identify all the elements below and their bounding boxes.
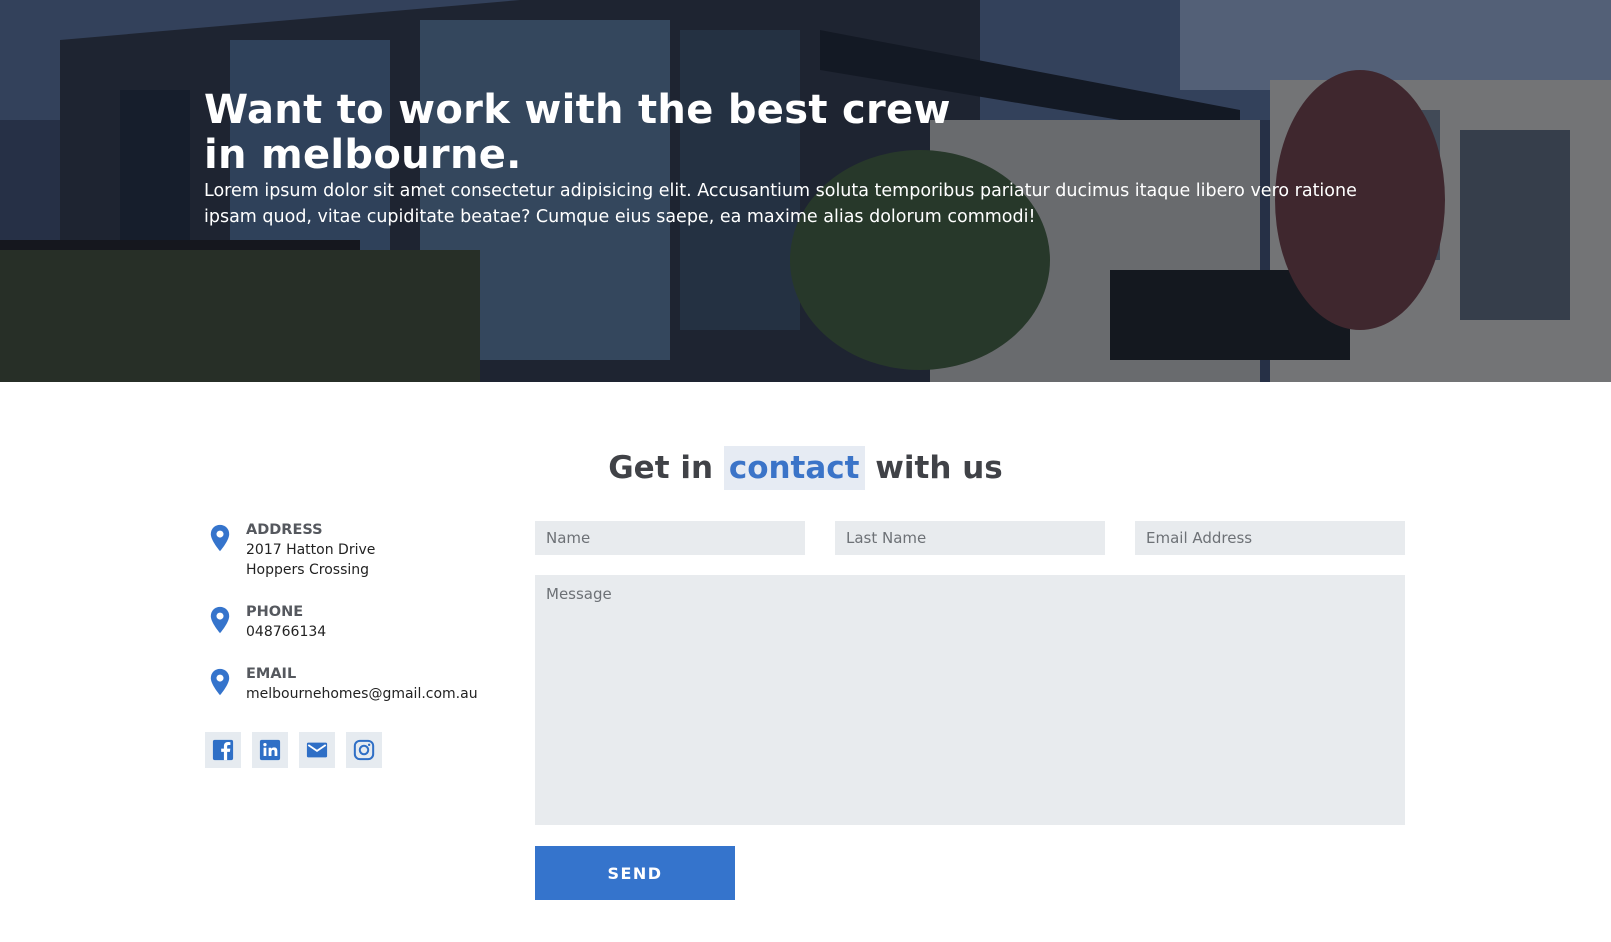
- contact-heading: Get in contact with us: [0, 446, 1611, 490]
- email-info: EMAIL melbournehomes@gmail.com.au: [204, 664, 504, 704]
- send-button[interactable]: SEND: [535, 846, 735, 900]
- hero-title: Want to work with the best crew in melbo…: [204, 87, 951, 178]
- email-value[interactable]: melbournehomes@gmail.com.au: [246, 684, 504, 704]
- mail-link[interactable]: [299, 732, 335, 768]
- address-info: ADDRESS 2017 Hatton Drive Hoppers Crossi…: [204, 520, 504, 580]
- linkedin-link[interactable]: [252, 732, 288, 768]
- contact-info: ADDRESS 2017 Hatton Drive Hoppers Crossi…: [204, 520, 504, 726]
- phone-info: PHONE 048766134: [204, 602, 504, 642]
- phone-value[interactable]: 048766134: [246, 622, 504, 642]
- name-input[interactable]: [535, 521, 805, 555]
- location-pin-icon: [210, 668, 230, 696]
- contact-heading-highlight: contact: [723, 446, 865, 490]
- location-pin-icon: [210, 524, 230, 552]
- hero-content: Want to work with the best crew in melbo…: [204, 88, 1424, 230]
- contact-heading-prefix: Get in: [608, 450, 714, 486]
- phone-label: PHONE: [246, 604, 304, 620]
- social-links: [205, 732, 382, 768]
- facebook-icon: [212, 739, 234, 761]
- contact-form-row: [535, 521, 1405, 555]
- email-label: EMAIL: [246, 666, 297, 682]
- hero-description: Lorem ipsum dolor sit amet consectetur a…: [204, 181, 1357, 227]
- instagram-link[interactable]: [346, 732, 382, 768]
- linkedin-icon: [259, 739, 281, 761]
- location-pin-icon: [210, 606, 230, 634]
- email-input[interactable]: [1135, 521, 1405, 555]
- facebook-link[interactable]: [205, 732, 241, 768]
- address-label: ADDRESS: [246, 522, 323, 538]
- address-line-1: 2017 Hatton Drive: [246, 542, 376, 558]
- hero-section: Want to work with the best crew in melbo…: [0, 0, 1611, 382]
- message-textarea[interactable]: [535, 575, 1405, 825]
- last-name-input[interactable]: [835, 521, 1105, 555]
- mail-icon: [306, 742, 328, 758]
- instagram-icon: [353, 739, 375, 761]
- contact-heading-suffix: with us: [875, 450, 1003, 486]
- contact-form: SEND: [535, 521, 1405, 900]
- address-line-2: Hoppers Crossing: [246, 562, 370, 578]
